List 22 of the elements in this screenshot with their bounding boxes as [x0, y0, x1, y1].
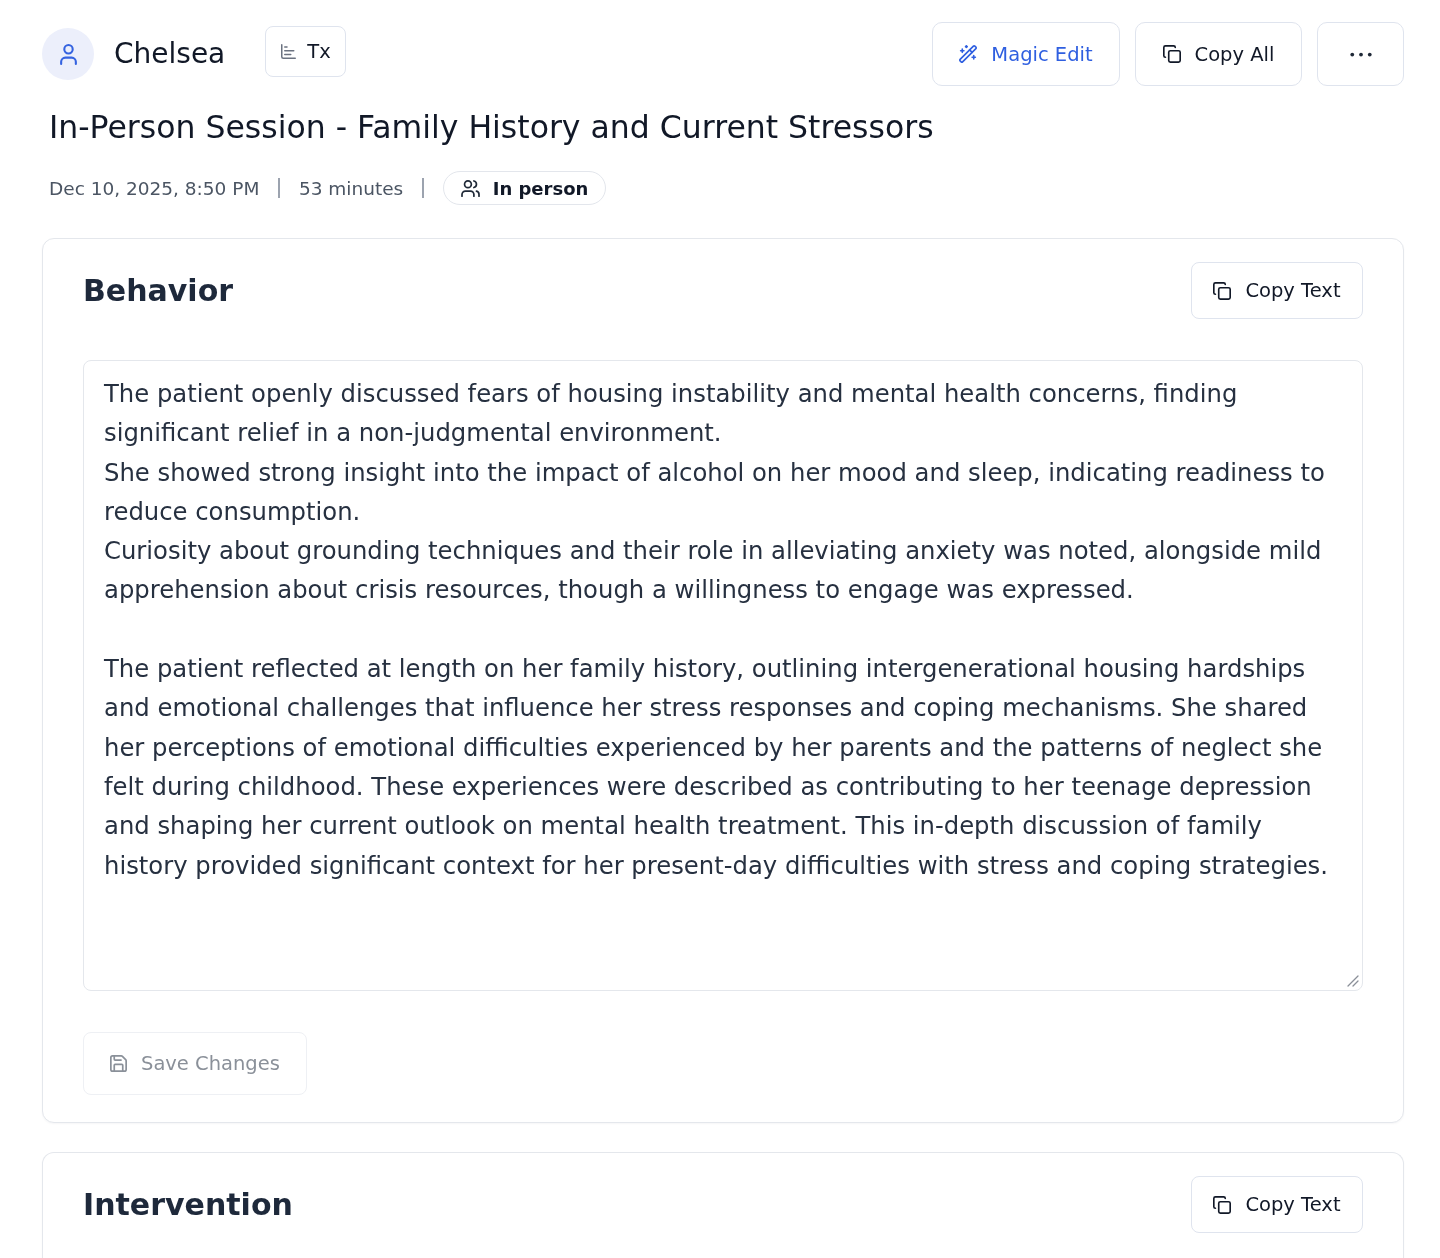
copy-icon	[1213, 281, 1232, 300]
more-icon	[1348, 51, 1373, 57]
notes-text-area[interactable]: The patient openly discussed fears of housing instability and mental health concerns, finding significant relief in a non-judgmental environment. She showed strong insight into the impact of alcohol on her mood and sleep, indicating readiness to reduce consumption. Curiosity about grounding techniques and their role in alleviating anxiety was noted, alongside mild apprehension about crisis resources, though a willingness to engage was expressed. The patient reflected at length on her family history, outlining intergenerational housing hardships and emotional challenges that influence her stress responses and coping mechanisms. She shared her perceptions of emotional difficulties experienced by her parents and the patterns of neglect she felt during childhood. These experiences were described as contributing to her teenage depression and shaping her current outlook on mental health treatment. This in-depth discussion of family history provided significant context for her present-day difficulties with stress and coping strategies.	[83, 360, 1363, 991]
copy-text-button[interactable]: Copy Text	[1191, 1176, 1363, 1233]
magic-wand-icon	[959, 45, 978, 63]
avatar-icon	[42, 28, 94, 80]
copy-icon	[1162, 45, 1181, 63]
section-title: Behavior	[83, 272, 234, 309]
client-name: Chelsea	[114, 37, 226, 71]
session-duration: 53 minutes	[298, 177, 404, 199]
copy-text-button[interactable]: Copy Text	[1191, 262, 1363, 319]
transcript-button[interactable]: Tx	[265, 25, 346, 77]
copy-all-button[interactable]: Copy All	[1135, 22, 1302, 86]
session-title: In-Person Session - Family History and Current Stressors	[49, 108, 935, 147]
save-icon	[110, 1055, 127, 1072]
bar-chart-icon	[281, 43, 297, 59]
section-title: Intervention	[83, 1186, 293, 1223]
copy-icon	[1213, 1195, 1232, 1214]
session-date: Dec 10, 2025, 8:50 PM	[49, 177, 260, 199]
people-icon	[460, 179, 480, 197]
magic-edit-button[interactable]: Magic Edit	[932, 22, 1120, 86]
resize-handle-icon[interactable]	[1347, 975, 1359, 987]
